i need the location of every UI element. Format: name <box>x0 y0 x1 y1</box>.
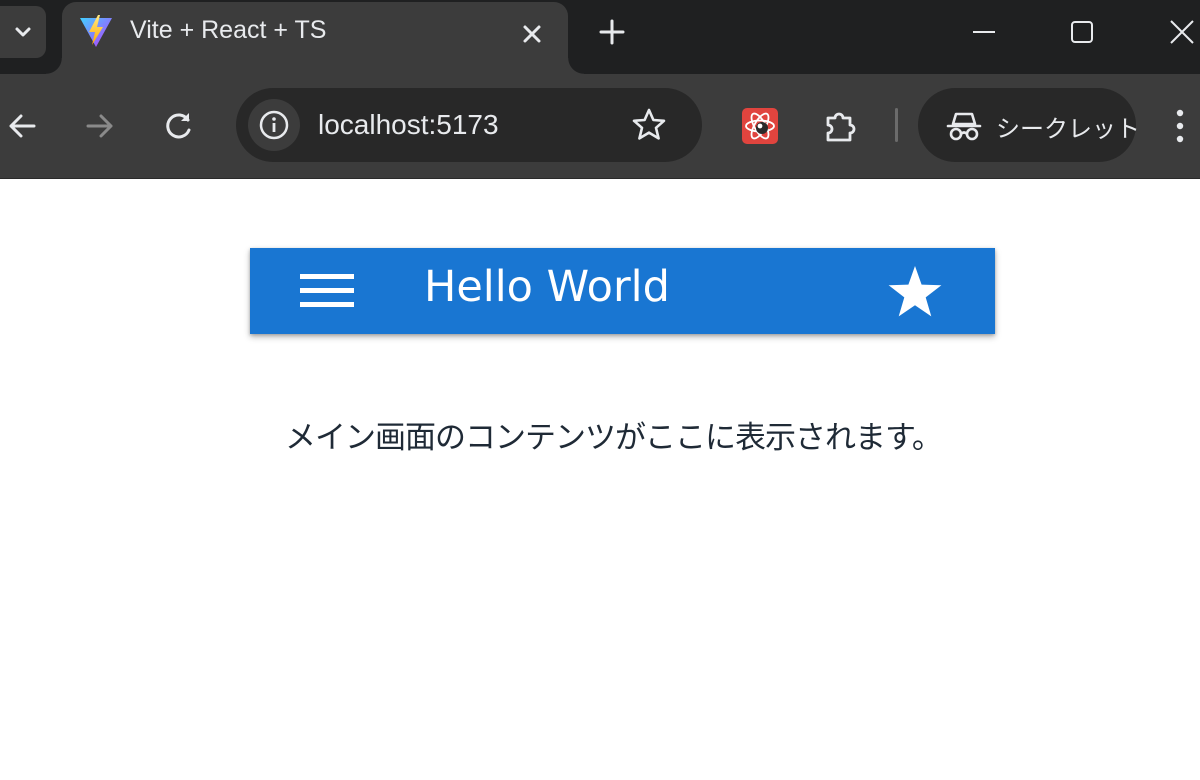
app-bar: Hello World <box>250 248 995 334</box>
url-text[interactable]: localhost:5173 <box>318 109 499 141</box>
incognito-profile-button[interactable]: シークレット <box>918 88 1140 162</box>
site-info-button[interactable] <box>248 99 300 151</box>
hamburger-menu-icon[interactable] <box>300 270 354 312</box>
close-window-icon[interactable] <box>1162 12 1200 52</box>
tab-strip: Vite + React + TS <box>0 0 1200 74</box>
incognito-icon <box>946 112 982 141</box>
tab-search-button[interactable] <box>0 6 46 58</box>
tab-title: Vite + React + TS <box>130 16 327 44</box>
incognito-label: シークレット <box>996 115 1140 143</box>
forward-arrow-icon[interactable] <box>80 106 120 146</box>
app-title: Hello World <box>424 262 670 312</box>
star-outline-icon[interactable] <box>630 106 668 144</box>
puzzle-icon[interactable] <box>820 106 860 146</box>
back-arrow-icon[interactable] <box>2 106 42 146</box>
react-devtools-icon[interactable] <box>740 106 780 146</box>
main-content-text: メイン画面のコンテンツがここに表示されます。 <box>285 420 943 456</box>
vite-logo-icon <box>80 15 112 47</box>
minimize-icon[interactable] <box>964 12 1004 52</box>
maximize-icon[interactable] <box>1062 12 1102 52</box>
info-icon <box>259 110 289 140</box>
chevron-down-icon <box>15 27 31 37</box>
reload-icon[interactable] <box>158 106 198 146</box>
new-tab-plus-icon[interactable] <box>596 16 628 48</box>
close-tab-icon[interactable] <box>518 20 546 48</box>
star-icon[interactable] <box>887 265 943 319</box>
browser-tab[interactable]: Vite + React + TS <box>46 2 584 74</box>
address-bar[interactable]: localhost:5173 <box>236 88 702 162</box>
kebab-menu-icon[interactable] <box>1168 104 1192 148</box>
toolbar-divider <box>895 108 898 142</box>
browser-toolbar: localhost:5173 シークレット <box>0 74 1200 179</box>
